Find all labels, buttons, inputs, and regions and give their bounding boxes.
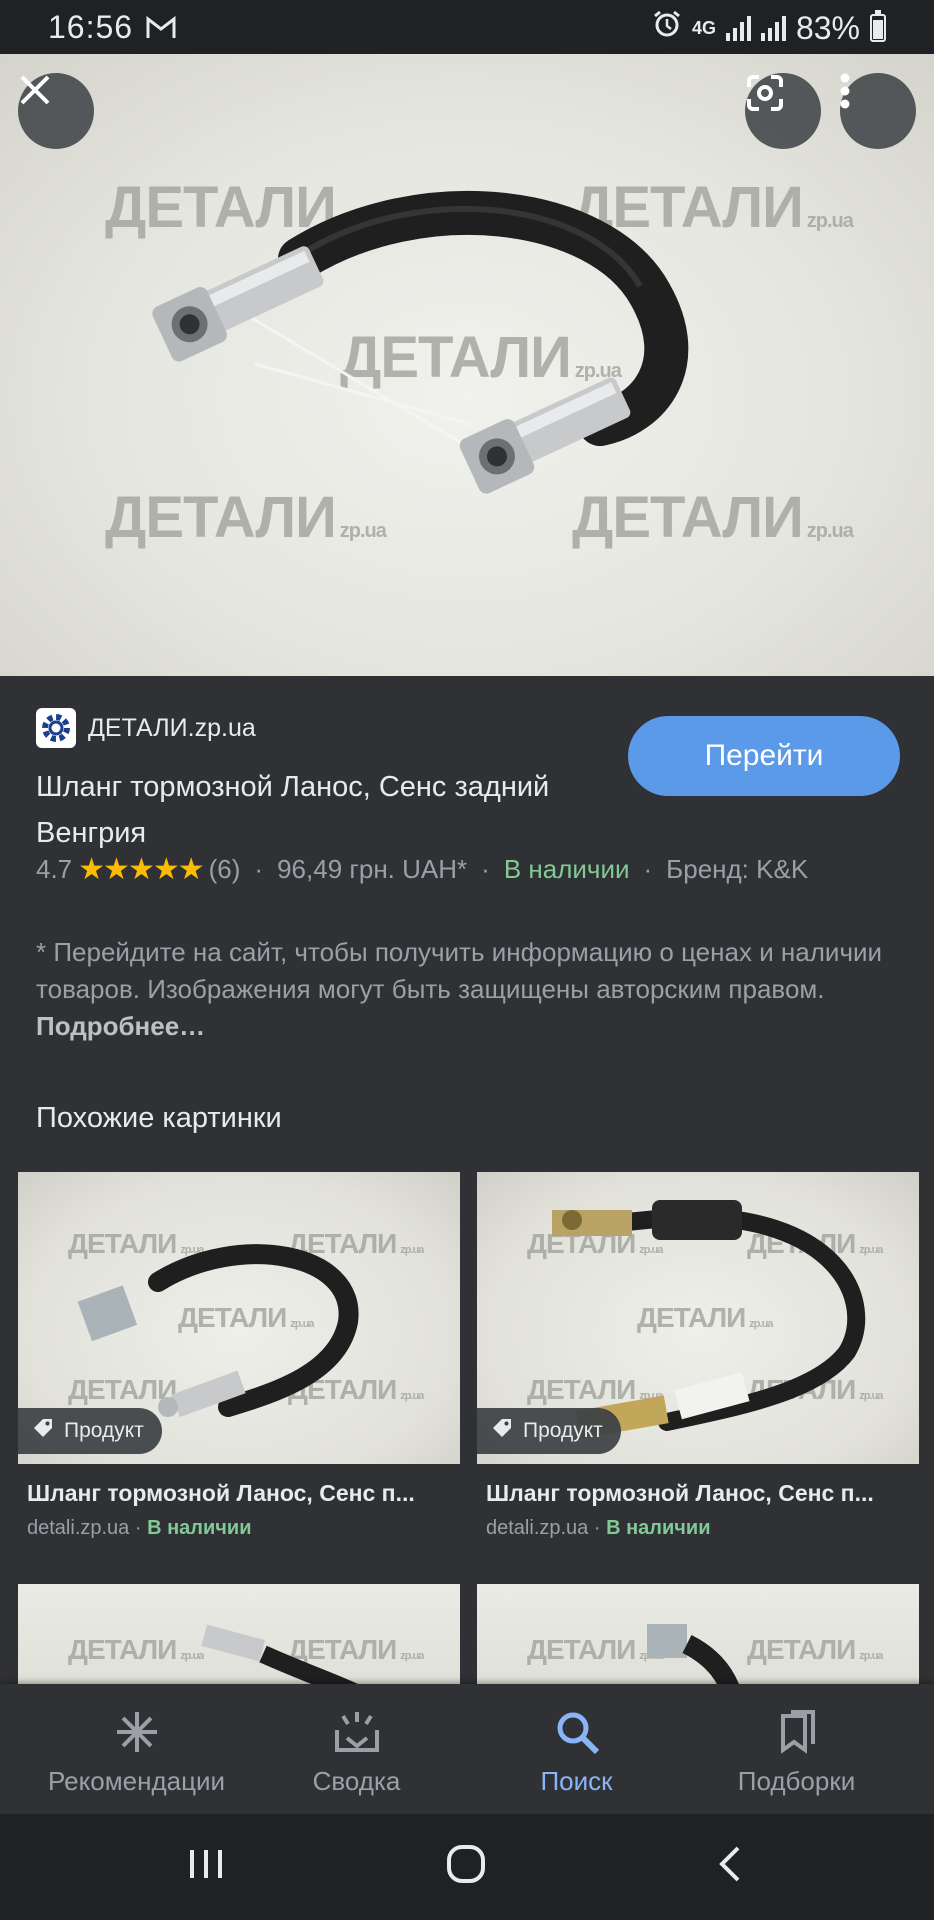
rating-value: 4.7 (36, 854, 73, 884)
alarm-icon (652, 9, 682, 47)
bottom-navigation: Рекомендации Сводка Поиск Подборки (0, 1684, 934, 1814)
collections-icon (773, 1708, 821, 1761)
nav-label: Сводка (312, 1766, 401, 1796)
availability: В наличии (606, 1517, 711, 1539)
rating-stars-icon: ★★★★★ (78, 853, 204, 886)
signal-icon (725, 15, 751, 41)
meta-separator: · (129, 1517, 148, 1539)
meta-separator: · (643, 854, 653, 884)
home-button[interactable] (446, 1844, 486, 1889)
site-name: ДЕТАЛИ.zp.ua (88, 713, 256, 742)
system-navigation-bar (0, 1814, 934, 1920)
summary-icon (333, 1708, 381, 1761)
result-title[interactable]: Шланг тормозной Ланос, Сенс задний Венгр… (36, 764, 556, 856)
similar-images-heading: Похожие картинки (36, 1102, 282, 1134)
battery-icon (870, 10, 886, 42)
nav-label: Рекомендации (47, 1766, 226, 1796)
battery-label: 83% (795, 9, 860, 46)
hose-thumbnail-image (647, 1624, 742, 1694)
nav-item-summary[interactable]: Сводка (240, 1684, 473, 1814)
price: 96,49 грн. UAH* (277, 854, 468, 884)
chip-label: Продукт (64, 1419, 144, 1442)
product-chip: Продукт (18, 1408, 162, 1454)
status-time: 16:56 (48, 9, 134, 45)
nav-item-recommendations[interactable]: Рекомендации (20, 1684, 253, 1814)
availability: В наличии (503, 854, 630, 884)
meta-separator: · (254, 854, 264, 884)
similar-image-thumbnail[interactable]: ДЕТАЛИzp.ua ДЕТАЛИzp.ua (18, 1584, 460, 1694)
status-bar: 16:56 4G 83% (0, 0, 934, 54)
nav-label: Подборки (737, 1766, 856, 1796)
tag-icon (491, 1417, 513, 1445)
similar-image-thumbnail[interactable]: ДЕТАЛИ zp.ua ДЕТАЛИ zp.ua ДЕТАЛИ zp.ua ДЕТА… (18, 1172, 460, 1464)
similar-image-meta: detali.zp.ua · В наличии (27, 1517, 451, 1540)
disclaimer: * Перейдите на сайт, чтобы получить инфо… (36, 934, 896, 1045)
tag-icon (32, 1417, 54, 1445)
search-icon (553, 1708, 601, 1761)
recents-button[interactable] (186, 1844, 226, 1889)
close-button[interactable] (18, 73, 94, 149)
product-chip: Продукт (477, 1408, 621, 1454)
similar-image-meta: detali.zp.ua · В наличии (486, 1517, 910, 1540)
rating-count: (6) (208, 854, 241, 884)
chip-label: Продукт (523, 1419, 603, 1442)
nav-item-search[interactable]: Поиск (460, 1684, 693, 1814)
similar-image-title[interactable]: Шланг тормозной Ланос, Сенс п... (27, 1480, 451, 1507)
similar-image-card[interactable]: ДЕТАЛИ zp.ua ДЕТАЛИ zp.ua ДЕТАЛИ zp.ua ДЕТА… (477, 1172, 919, 1540)
visit-button[interactable]: Перейти (628, 716, 900, 796)
similar-image-title[interactable]: Шланг тормозной Ланос, Сенс п... (486, 1480, 910, 1507)
nav-item-collections[interactable]: Подборки (680, 1684, 913, 1814)
signal-icon-2 (760, 15, 786, 41)
more-options-button[interactable] (840, 73, 916, 149)
availability: В наличии (147, 1517, 252, 1539)
back-button[interactable] (710, 1844, 750, 1889)
asterisk-icon (113, 1708, 161, 1761)
network-type-label: 4G (691, 18, 716, 38)
meta-separator: · (481, 854, 490, 884)
similar-image-thumbnail[interactable]: ДЕТАЛИzp.ua ДЕТАЛИzp.ua (477, 1584, 919, 1694)
product-meta: 4.7 ★★★★★ (6) · 96,49 грн. UAH* · В нали… (36, 852, 808, 887)
brand: Бренд: K&K (666, 854, 809, 884)
meta-separator: · (588, 1517, 607, 1539)
learn-more-link[interactable]: Подробнее… (36, 1011, 205, 1041)
preview-image[interactable]: ДЕТАЛИ zp.ua ДЕТАЛИ zp.ua ДЕТАЛИ zp.ua ДЕТА… (0, 54, 934, 676)
site-source[interactable]: ДЕТАЛИ.zp.ua (36, 708, 256, 748)
nav-label: Поиск (540, 1766, 613, 1796)
status-icons: 4G 83% (652, 9, 886, 47)
gmail-icon (146, 11, 176, 48)
disclaimer-text: * Перейдите на сайт, чтобы получить инфо… (36, 937, 883, 1004)
source-domain: detali.zp.ua (27, 1517, 130, 1539)
lens-button[interactable] (745, 73, 821, 149)
hose-thumbnail-image (201, 1624, 363, 1694)
similar-image-card[interactable]: ДЕТАЛИ zp.ua ДЕТАЛИ zp.ua ДЕТАЛИ zp.ua ДЕТА… (18, 1172, 460, 1540)
similar-image-thumbnail[interactable]: ДЕТАЛИ zp.ua ДЕТАЛИ zp.ua ДЕТАЛИ zp.ua ДЕТА… (477, 1172, 919, 1464)
site-favicon-gear-icon (36, 708, 76, 748)
source-domain: detali.zp.ua (486, 1517, 589, 1539)
